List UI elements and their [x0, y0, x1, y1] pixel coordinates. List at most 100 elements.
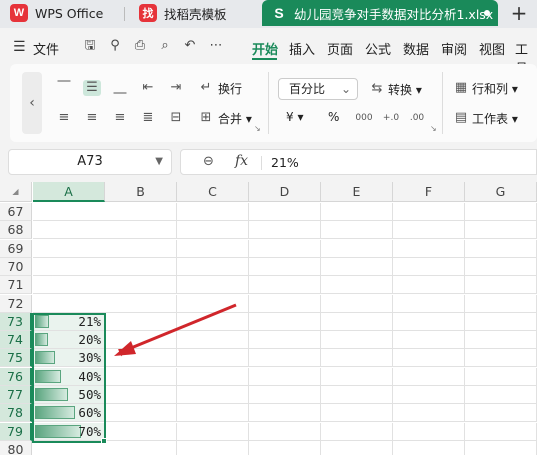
cell[interactable]	[249, 331, 321, 350]
row-header[interactable]: 73	[0, 312, 32, 331]
cell[interactable]	[393, 239, 465, 258]
cell[interactable]	[177, 203, 249, 221]
cell[interactable]	[321, 294, 393, 313]
cell[interactable]	[321, 312, 393, 331]
cell-a[interactable]	[33, 257, 105, 276]
cell[interactable]	[105, 239, 177, 258]
cell-a[interactable]	[33, 276, 105, 295]
menu-formula[interactable]: 公式	[365, 39, 391, 58]
cell[interactable]	[465, 386, 537, 404]
zoom-icon[interactable]: ⊖	[203, 154, 214, 169]
cell[interactable]	[105, 386, 177, 404]
cell[interactable]	[105, 404, 177, 423]
cell[interactable]	[249, 203, 321, 221]
distributed-align-icon[interactable]: ⊟	[167, 110, 185, 126]
row-header[interactable]: 77	[0, 386, 32, 404]
cell[interactable]	[105, 276, 177, 295]
cell[interactable]	[465, 440, 537, 455]
cell[interactable]	[105, 203, 177, 221]
cell[interactable]	[177, 276, 249, 295]
cell[interactable]	[465, 404, 537, 423]
cell[interactable]	[393, 257, 465, 276]
cell-a[interactable]: 30%	[33, 349, 105, 368]
hamburger-icon[interactable]: ☰	[13, 39, 26, 55]
cell[interactable]	[393, 440, 465, 455]
menu-page[interactable]: 页面	[327, 39, 353, 58]
cell[interactable]	[177, 257, 249, 276]
cell[interactable]	[177, 294, 249, 313]
row-header[interactable]: 68	[0, 221, 32, 240]
cell[interactable]	[177, 239, 249, 258]
cell[interactable]	[321, 440, 393, 455]
column-header-g[interactable]: G	[465, 182, 537, 202]
cell[interactable]	[249, 312, 321, 331]
align-middle-icon[interactable]: ☰	[83, 80, 101, 96]
cell[interactable]	[465, 294, 537, 313]
column-header-a[interactable]: A	[33, 182, 105, 202]
cell[interactable]	[177, 386, 249, 404]
cell[interactable]	[105, 422, 177, 441]
cell[interactable]	[249, 422, 321, 441]
cell[interactable]	[465, 422, 537, 441]
column-header-b[interactable]: B	[105, 182, 177, 202]
save-icon[interactable]: 🖫	[82, 38, 98, 54]
cell[interactable]	[321, 331, 393, 350]
wrap-text-label[interactable]: 换行	[218, 80, 242, 97]
cell[interactable]	[105, 312, 177, 331]
cell[interactable]	[465, 312, 537, 331]
formula-value[interactable]: 21%	[271, 155, 299, 170]
worksheet-button[interactable]: 工作表 ▾	[472, 110, 518, 127]
cell[interactable]	[249, 404, 321, 423]
cell[interactable]	[393, 367, 465, 386]
new-tab-button[interactable]: +	[508, 2, 530, 24]
row-header[interactable]: 80	[0, 440, 32, 455]
cell[interactable]	[321, 239, 393, 258]
decrease-decimal-icon[interactable]: .00	[408, 110, 426, 126]
cell[interactable]	[393, 386, 465, 404]
select-all-corner[interactable]: ◢	[0, 182, 32, 202]
tab-wps-office[interactable]: W WPS Office	[0, 0, 122, 26]
cell-a[interactable]	[33, 294, 105, 313]
cell[interactable]	[177, 422, 249, 441]
decrease-indent-icon[interactable]: ⇤	[139, 80, 157, 96]
align-left-icon[interactable]: ≡	[55, 110, 73, 126]
percent-style-button[interactable]: %	[328, 110, 339, 124]
cell[interactable]	[393, 422, 465, 441]
cell[interactable]	[249, 440, 321, 455]
cell[interactable]	[249, 257, 321, 276]
format-painter-icon[interactable]: ⚲	[107, 38, 123, 54]
rows-columns-button[interactable]: 行和列 ▾	[472, 80, 518, 97]
cell[interactable]	[249, 294, 321, 313]
cell[interactable]	[465, 221, 537, 240]
cell[interactable]	[177, 404, 249, 423]
column-header-d[interactable]: D	[249, 182, 321, 202]
row-header[interactable]: 72	[0, 294, 32, 313]
column-header-f[interactable]: F	[393, 182, 465, 202]
menu-data[interactable]: 数据	[403, 39, 429, 58]
cell[interactable]	[393, 331, 465, 350]
column-header-c[interactable]: C	[177, 182, 249, 202]
formula-input[interactable]: ⊖ fx 21%	[180, 149, 537, 175]
cell[interactable]	[393, 312, 465, 331]
justify-icon[interactable]: ≣	[139, 110, 157, 126]
cell[interactable]	[465, 257, 537, 276]
cell[interactable]	[321, 221, 393, 240]
cell[interactable]	[321, 203, 393, 221]
row-header[interactable]: 67	[0, 203, 32, 221]
menu-file[interactable]: 文件	[33, 39, 59, 58]
row-header[interactable]: 75	[0, 349, 32, 368]
cell[interactable]	[249, 367, 321, 386]
cell[interactable]	[321, 404, 393, 423]
row-header[interactable]: 70	[0, 257, 32, 276]
cell[interactable]	[393, 294, 465, 313]
cell[interactable]	[465, 349, 537, 368]
cell[interactable]	[249, 349, 321, 368]
cell[interactable]	[105, 440, 177, 455]
align-right-icon[interactable]: ≡	[111, 110, 129, 126]
column-header-e[interactable]: E	[321, 182, 393, 202]
row-header[interactable]: 79	[0, 422, 32, 441]
undo-icon[interactable]: ↶	[182, 38, 198, 54]
cell[interactable]	[249, 276, 321, 295]
number-dialog-launcher-icon[interactable]: ↘	[430, 124, 437, 133]
cell[interactable]	[249, 386, 321, 404]
